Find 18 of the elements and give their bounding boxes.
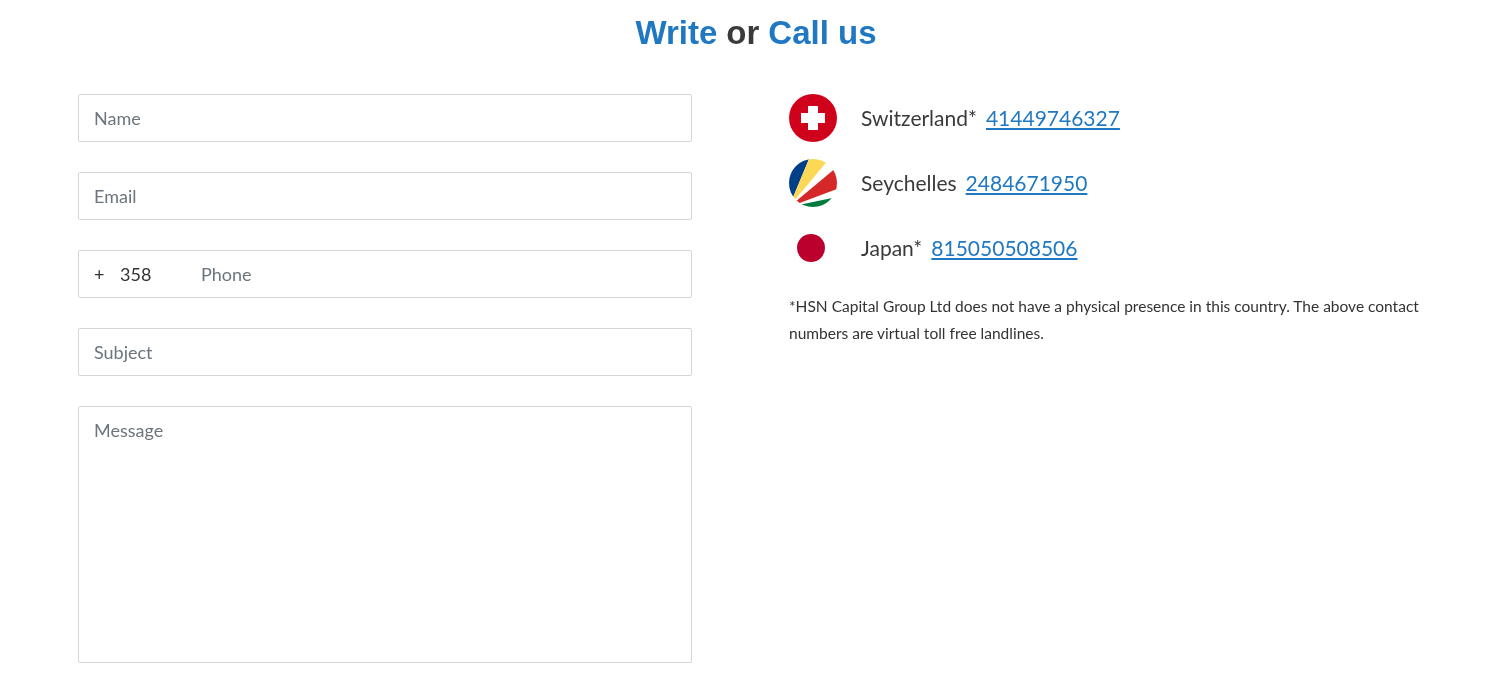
country-name: Switzerland*: [861, 105, 977, 130]
text-field[interactable]: Email: [78, 172, 692, 220]
country-name: Seychelles: [861, 170, 957, 195]
heading-text: Write: [635, 14, 718, 52]
seychelles-flag-icon: [789, 158, 837, 207]
phone-link[interactable]: 815050508506: [931, 235, 1078, 260]
phone-field[interactable]: + 358 Phone: [78, 250, 692, 298]
country-name: Japan*: [861, 235, 923, 260]
heading-text: or: [726, 14, 760, 52]
text-field[interactable]: Name: [78, 94, 692, 142]
phone-link[interactable]: 41449746327: [985, 105, 1120, 130]
swiss-flag-icon: [789, 93, 837, 142]
phone-input[interactable]: Phone: [201, 263, 676, 285]
phone-link[interactable]: 2484671950: [965, 170, 1088, 195]
text-field[interactable]: Subject: [78, 328, 692, 376]
heading-text: Call us: [768, 14, 877, 52]
message-field[interactable]: Message: [78, 406, 692, 663]
disclaimer-text: *HSN Capital Group Ltd does not have a physical presence in this country. The above contact numbers are virtual toll free landlines.: [789, 296, 1420, 344]
